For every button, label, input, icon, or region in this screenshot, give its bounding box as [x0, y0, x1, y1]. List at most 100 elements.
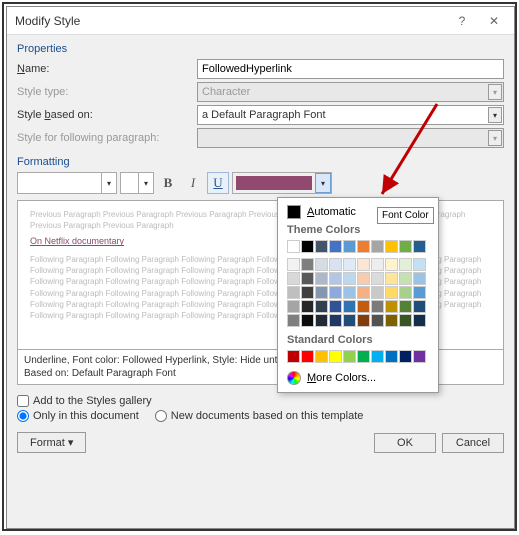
color-swatch[interactable]: [357, 350, 370, 363]
color-swatch[interactable]: [371, 350, 384, 363]
name-label: Name:: [17, 63, 197, 75]
title-bar: Modify Style ? ✕: [7, 7, 514, 35]
new-docs-radio[interactable]: New documents based on this template: [155, 410, 364, 422]
color-swatch[interactable]: [413, 300, 426, 313]
color-swatch[interactable]: [399, 300, 412, 313]
color-swatch[interactable]: [371, 272, 384, 285]
styletype-combo: Character▾: [197, 82, 504, 102]
color-swatch[interactable]: [413, 258, 426, 271]
color-swatch[interactable]: [287, 240, 300, 253]
font-color-dropdown[interactable]: ▾: [232, 172, 332, 194]
italic-button[interactable]: I: [182, 172, 204, 194]
color-swatch[interactable]: [301, 300, 314, 313]
color-swatch[interactable]: [413, 240, 426, 253]
font-family-dropdown[interactable]: ▾: [17, 172, 117, 194]
color-swatch[interactable]: [301, 314, 314, 327]
only-doc-radio[interactable]: Only in this document: [17, 410, 139, 422]
ok-button[interactable]: OK: [374, 433, 436, 453]
color-swatch[interactable]: [399, 314, 412, 327]
color-swatch[interactable]: [301, 286, 314, 299]
color-swatch[interactable]: [371, 240, 384, 253]
color-swatch[interactable]: [329, 314, 342, 327]
color-swatch[interactable]: [371, 258, 384, 271]
color-swatch[interactable]: [343, 314, 356, 327]
bold-button[interactable]: B: [157, 172, 179, 194]
color-swatch[interactable]: [287, 258, 300, 271]
color-swatch[interactable]: [399, 258, 412, 271]
color-swatch[interactable]: [329, 272, 342, 285]
color-swatch[interactable]: [287, 300, 300, 313]
color-swatch[interactable]: [357, 258, 370, 271]
color-swatch[interactable]: [399, 350, 412, 363]
color-swatch[interactable]: [357, 272, 370, 285]
color-swatch[interactable]: [315, 272, 328, 285]
font-size-dropdown[interactable]: ▾: [120, 172, 154, 194]
color-swatch[interactable]: [343, 350, 356, 363]
color-swatch[interactable]: [357, 300, 370, 313]
color-swatch[interactable]: [371, 286, 384, 299]
color-swatch[interactable]: [315, 240, 328, 253]
color-swatch[interactable]: [287, 272, 300, 285]
font-color-popup: Automatic Theme Colors Standard Colors M…: [277, 197, 439, 393]
automatic-swatch: [287, 205, 301, 219]
color-swatch[interactable]: [385, 350, 398, 363]
color-swatch[interactable]: [315, 350, 328, 363]
color-swatch[interactable]: [301, 350, 314, 363]
color-swatch[interactable]: [385, 300, 398, 313]
color-swatch[interactable]: [315, 300, 328, 313]
color-swatch[interactable]: [413, 314, 426, 327]
color-swatch[interactable]: [287, 350, 300, 363]
styletype-label: Style type:: [17, 86, 197, 98]
font-color-swatch: [236, 176, 312, 190]
underline-button[interactable]: U: [207, 172, 229, 194]
color-swatch[interactable]: [301, 240, 314, 253]
color-swatch[interactable]: [315, 314, 328, 327]
color-swatch[interactable]: [357, 286, 370, 299]
color-swatch[interactable]: [371, 314, 384, 327]
color-swatch[interactable]: [385, 258, 398, 271]
color-swatch[interactable]: [343, 258, 356, 271]
color-swatch[interactable]: [413, 272, 426, 285]
format-button[interactable]: Format ▾: [17, 432, 86, 453]
color-swatch[interactable]: [287, 286, 300, 299]
standard-colors-header: Standard Colors: [282, 332, 434, 348]
chevron-down-icon[interactable]: ▾: [315, 173, 331, 193]
color-swatch[interactable]: [301, 258, 314, 271]
color-swatch[interactable]: [371, 300, 384, 313]
color-swatch[interactable]: [329, 240, 342, 253]
color-swatch[interactable]: [329, 300, 342, 313]
add-gallery-input[interactable]: [17, 395, 29, 407]
color-swatch[interactable]: [343, 240, 356, 253]
color-swatch[interactable]: [357, 240, 370, 253]
name-input[interactable]: [197, 59, 504, 79]
color-swatch[interactable]: [385, 272, 398, 285]
help-button[interactable]: ?: [446, 8, 478, 34]
color-swatch[interactable]: [385, 286, 398, 299]
color-swatch[interactable]: [357, 314, 370, 327]
add-gallery-checkbox[interactable]: Add to the Styles gallery: [17, 395, 504, 407]
color-swatch[interactable]: [315, 286, 328, 299]
color-swatch[interactable]: [329, 258, 342, 271]
color-swatch[interactable]: [343, 272, 356, 285]
color-swatch[interactable]: [343, 300, 356, 313]
color-swatch[interactable]: [287, 314, 300, 327]
color-swatch[interactable]: [385, 240, 398, 253]
close-button[interactable]: ✕: [478, 8, 510, 34]
color-swatch[interactable]: [413, 350, 426, 363]
cancel-button[interactable]: Cancel: [442, 433, 504, 453]
color-swatch[interactable]: [329, 286, 342, 299]
color-swatch[interactable]: [329, 350, 342, 363]
color-swatch[interactable]: [315, 258, 328, 271]
color-swatch[interactable]: [385, 314, 398, 327]
color-swatch[interactable]: [399, 240, 412, 253]
font-color-tooltip: Font Color: [377, 207, 434, 224]
color-swatch[interactable]: [399, 272, 412, 285]
properties-header: Properties: [17, 43, 504, 55]
color-swatch[interactable]: [343, 286, 356, 299]
color-swatch[interactable]: [413, 286, 426, 299]
basedon-label: Style based on:: [17, 109, 197, 121]
color-swatch[interactable]: [399, 286, 412, 299]
more-colors-item[interactable]: More Colors...: [282, 368, 434, 388]
basedon-combo[interactable]: a Default Paragraph Font▾: [197, 105, 504, 125]
color-swatch[interactable]: [301, 272, 314, 285]
